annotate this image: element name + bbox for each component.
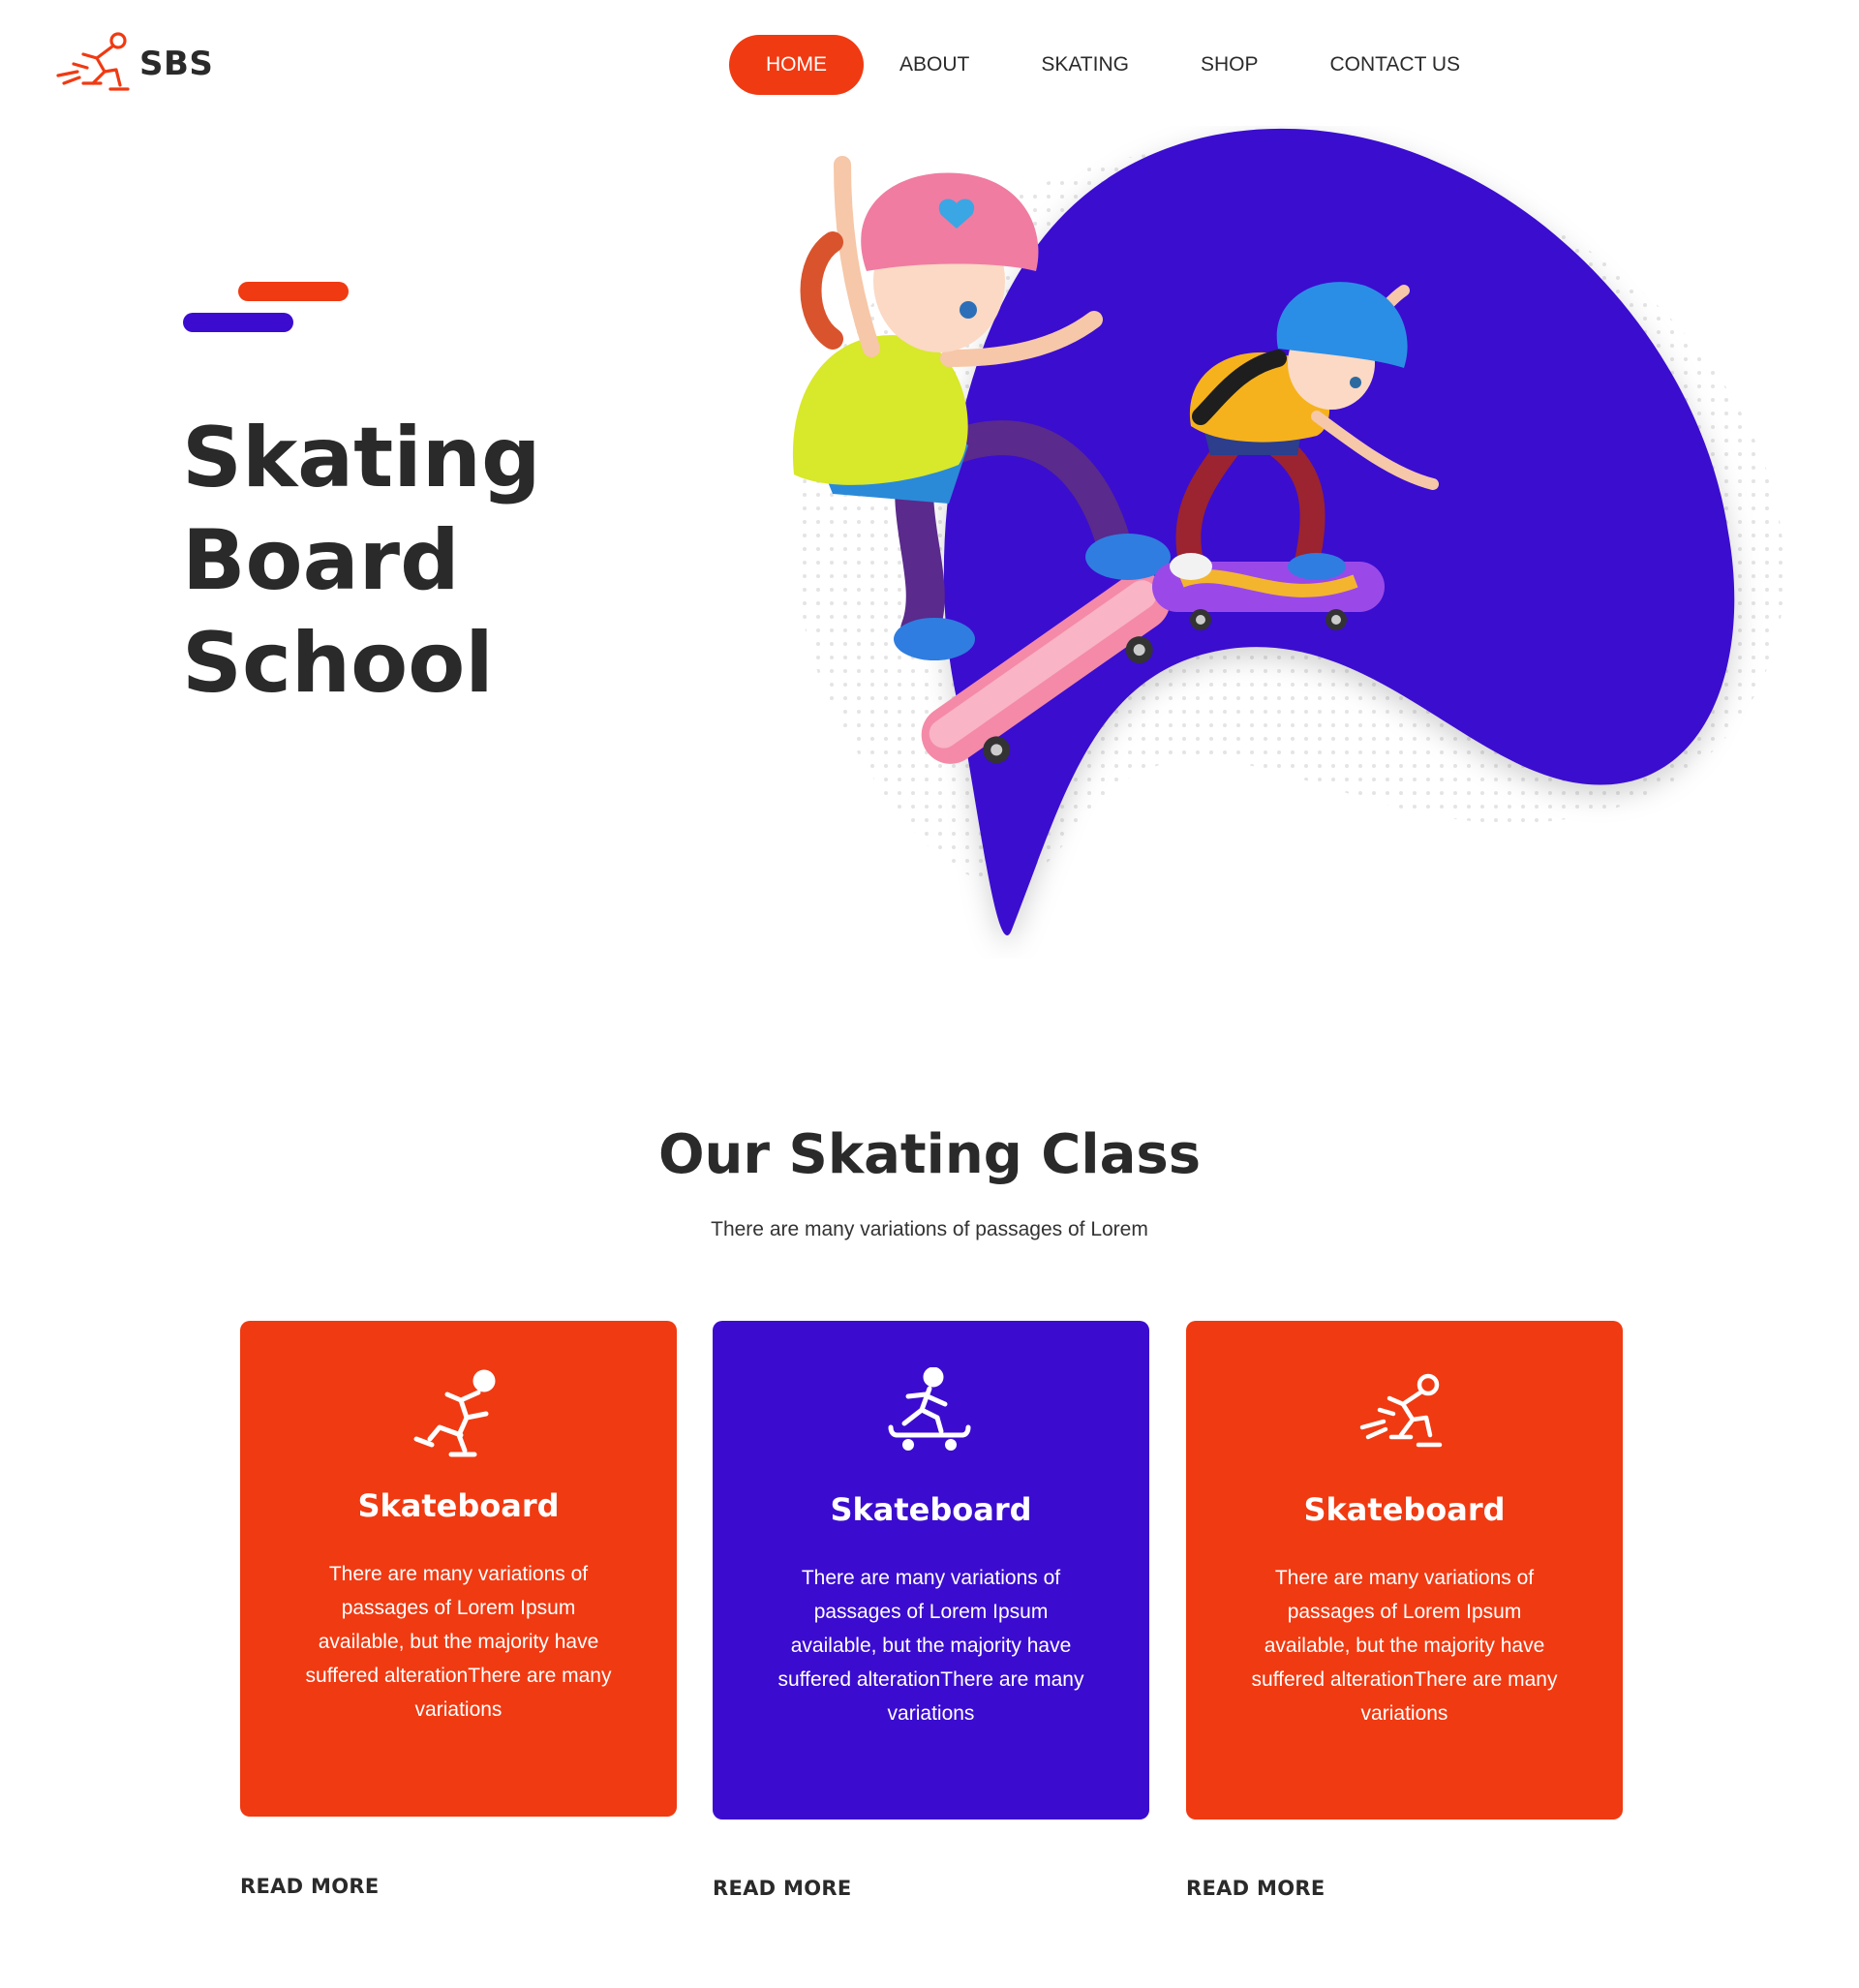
read-more-link-1[interactable]: READ MORE xyxy=(240,1875,379,1898)
card-text: There are many variations of passages of… xyxy=(1251,1567,1558,1725)
skater-icon xyxy=(56,32,130,91)
hero-illustration xyxy=(792,128,1784,935)
nav-skating[interactable]: SKATING xyxy=(1005,35,1165,95)
read-more-link-2[interactable]: READ MORE xyxy=(713,1877,851,1900)
speed-skater-icon xyxy=(1359,1373,1442,1448)
nav-contact-us[interactable]: CONTACT US xyxy=(1294,35,1496,95)
main-nav: HOME ABOUT SKATING SHOP CONTACT US xyxy=(729,35,1496,95)
card-title: Skateboard xyxy=(357,1487,560,1524)
card-text: There are many variations of passages of… xyxy=(777,1567,1084,1725)
class-card-1: Skateboard There are many variations of … xyxy=(240,1321,677,1817)
card-title: Skateboard xyxy=(1303,1491,1506,1528)
card-title: Skateboard xyxy=(830,1491,1032,1528)
hero-title-line-2: Board xyxy=(182,512,460,609)
nav-about[interactable]: ABOUT xyxy=(864,35,1005,95)
hero-title-line-1: Skating xyxy=(182,410,541,506)
hero-title: Skating Board School xyxy=(182,407,686,715)
class-card-2: Skateboard There are many variations of … xyxy=(713,1321,1149,1820)
card-text: There are many variations of passages of… xyxy=(305,1563,612,1721)
brand-name: SBS xyxy=(139,45,214,83)
hero-title-line-3: School xyxy=(182,615,494,712)
section-subtitle: There are many variations of passages of… xyxy=(711,1218,1148,1240)
skateboarder-icon xyxy=(888,1367,970,1451)
nav-shop[interactable]: SHOP xyxy=(1165,35,1295,95)
read-more-link-3[interactable]: READ MORE xyxy=(1186,1877,1325,1900)
section-title: Our Skating Class xyxy=(657,1123,1202,1186)
site-logo[interactable]: SBS xyxy=(54,29,213,99)
accent-bar-orange xyxy=(238,282,349,301)
accent-bar-purple xyxy=(183,313,293,332)
ice-skater-icon xyxy=(413,1369,495,1457)
nav-home[interactable]: HOME xyxy=(729,35,864,95)
class-card-3: Skateboard There are many variations of … xyxy=(1186,1321,1623,1820)
